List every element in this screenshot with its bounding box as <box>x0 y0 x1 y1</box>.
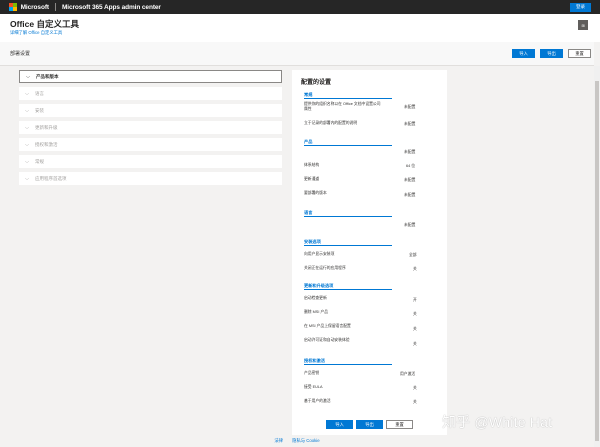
sign-in-button[interactable]: 登录 <box>570 2 591 12</box>
chevron-down-icon: ⌵ <box>25 141 29 148</box>
brand-name: Microsoft <box>20 3 49 11</box>
step-label: 产品和版本 <box>36 73 59 79</box>
step-installation[interactable]: ⌵ 安装 <box>19 104 282 117</box>
setting-value: 64 位 <box>406 164 416 168</box>
step-label: 授权和激活 <box>35 141 58 147</box>
step-label: 常规 <box>35 158 44 164</box>
section-divider <box>304 145 392 146</box>
setting-organization-name: 提供你的组织名称以在 Office 文档中设置公司属性 <box>304 102 381 111</box>
top-bar: Microsoft Microsoft 365 Apps admin cente… <box>0 0 600 14</box>
step-licensing-and-activation[interactable]: ⌵ 授权和激活 <box>19 138 282 151</box>
section-divider <box>304 289 392 290</box>
reset-button[interactable]: 重置 <box>568 49 591 58</box>
setting-value: 未配置 <box>404 150 416 154</box>
setting-value: 关 <box>413 312 417 316</box>
import-button[interactable]: 导入 <box>512 49 535 58</box>
setting-check-updates: 启动检查更新 <box>304 296 327 300</box>
chevron-down-icon: ⌵ <box>25 124 29 131</box>
setting-value: 未配置 <box>404 122 416 126</box>
footer: 法律 隐私与 Cookie <box>0 438 594 444</box>
summary-export-button[interactable]: 导出 <box>356 420 383 429</box>
setting-value: 关 <box>413 342 417 346</box>
setting-show-installation: 向用户显示安装项 <box>304 252 335 256</box>
page-scrollbar[interactable] <box>594 66 600 447</box>
section-divider <box>304 216 392 217</box>
app-title[interactable]: Microsoft 365 Apps admin center <box>62 4 161 11</box>
setting-value: 全部 <box>409 253 417 257</box>
setting-update-channel: 更新通道 <box>304 177 320 181</box>
setting-value: 关 <box>413 386 417 390</box>
deployment-settings-title: 部署设置 <box>10 51 31 57</box>
chevron-down-icon: ⌵ <box>25 90 29 97</box>
setting-value: 开 <box>413 298 417 302</box>
step-label: 更新和升级 <box>35 124 58 130</box>
privacy-link[interactable]: 隐私与 Cookie <box>292 438 319 443</box>
setting-user-activation: 基于用户的激活 <box>304 399 331 403</box>
configuration-steps: ⌵ 产品和版本 ⌵ 语言 ⌵ 安装 ⌵ 更新和升级 ⌵ 授权和激活 ⌵ 常规 ⌵… <box>19 70 282 189</box>
setting-value: 未配置 <box>404 223 416 227</box>
step-language[interactable]: ⌵ 语言 <box>19 87 282 100</box>
setting-value: 关 <box>413 400 417 404</box>
setting-shutdown-apps: 关闭正在运行的应用程序 <box>304 266 346 270</box>
chevron-down-icon: ⌵ <box>25 107 29 114</box>
configured-settings-title: 配置的设置 <box>301 80 332 86</box>
microsoft-logo-icon <box>9 3 17 11</box>
summary-import-button[interactable]: 导入 <box>326 420 353 429</box>
setting-version: 要部署的版本 <box>304 191 327 195</box>
setting-value: 关 <box>413 267 417 271</box>
setting-value: 未配置 <box>404 193 416 197</box>
setting-description: 立于记录的部署内的配置的说明 <box>304 121 358 125</box>
section-divider <box>304 245 392 246</box>
chevron-down-icon: ⌵ <box>25 175 29 182</box>
setting-value: 关 <box>413 327 417 331</box>
chevron-down-icon: ⌵ <box>25 158 29 165</box>
scrollbar-thumb[interactable] <box>595 81 599 441</box>
watermark: 知乎 @White Hat <box>442 414 553 430</box>
setting-accept-eula: 接受 EULA <box>304 385 323 389</box>
export-button[interactable]: 导出 <box>540 49 563 58</box>
chevron-down-icon: ⌵ <box>26 73 30 80</box>
setting-value: 未配置 <box>404 105 416 109</box>
setting-value: 未配置 <box>404 178 416 182</box>
setting-product-key: 产品密钥 <box>304 371 320 375</box>
step-application-preferences[interactable]: ⌵ 应用程序首选项 <box>19 172 282 185</box>
setting-architecture: 体系结构 <box>304 163 320 167</box>
step-label: 应用程序首选项 <box>35 175 67 181</box>
learn-more-link[interactable]: 详细了解 Office 自定义工具 <box>10 30 62 36</box>
step-products-and-releases[interactable]: ⌵ 产品和版本 <box>19 70 282 83</box>
setting-auto-install: 启动许可证和自动安装体验 <box>304 338 350 342</box>
summary-reset-button[interactable]: 重置 <box>386 420 413 429</box>
step-update-and-upgrade[interactable]: ⌵ 更新和升级 <box>19 121 282 134</box>
page-header: Office 自定义工具 详细了解 Office 自定义工具 ⊞ <box>0 14 600 42</box>
section-divider <box>304 364 392 365</box>
step-label: 语言 <box>35 90 44 96</box>
grid-icon[interactable]: ⊞ <box>578 20 588 30</box>
deployment-toolbar: 部署设置 导入 导出 重置 <box>0 42 594 66</box>
step-label: 安装 <box>35 107 44 113</box>
legal-link[interactable]: 法律 <box>274 438 283 443</box>
setting-value: 用户激活 <box>400 372 416 376</box>
topbar-divider <box>54 3 56 11</box>
section-divider <box>304 98 392 99</box>
setting-remove-msi: 删除 MSI 产品 <box>304 310 329 314</box>
configured-settings-panel: 配置的设置 常规 提供你的组织名称以在 Office 文档中设置公司属性 未配置… <box>292 70 447 435</box>
page-title: Office 自定义工具 <box>10 19 79 29</box>
step-general[interactable]: ⌵ 常规 <box>19 155 282 168</box>
setting-keep-msi-language: 在 MSI 产品上保留语言配置 <box>304 324 351 328</box>
